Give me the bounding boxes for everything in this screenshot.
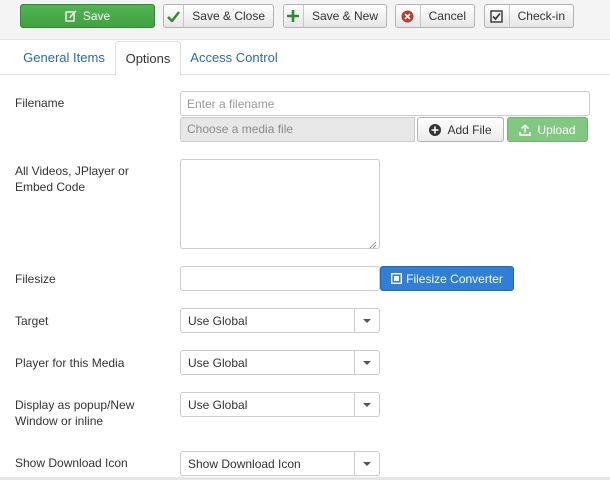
- media-file-field[interactable]: Choose a media file: [180, 117, 415, 142]
- cancel-button[interactable]: Cancel: [395, 4, 475, 28]
- checkin-button[interactable]: Check-in: [484, 4, 574, 28]
- embed-code-textarea[interactable]: [180, 159, 380, 249]
- save-label: Save: [82, 9, 111, 23]
- cancel-label: Cancel: [428, 9, 466, 23]
- download-icon-value: Show Download Icon: [188, 456, 301, 471]
- check-icon: [164, 5, 185, 27]
- videos-label: All Videos, JPlayer or Embed Code: [15, 164, 129, 194]
- target-value: Use Global: [188, 313, 248, 328]
- filesize-converter-label: Filesize Converter: [406, 271, 503, 286]
- tab-access-control[interactable]: Access Control: [183, 41, 285, 75]
- chevron-down-icon: [354, 393, 379, 416]
- chevron-down-icon: [354, 452, 379, 475]
- plus-circle-icon: [429, 123, 442, 136]
- filesize-input[interactable]: [180, 266, 380, 291]
- upload-icon: [519, 124, 532, 136]
- filesize-converter-button[interactable]: Filesize Converter: [380, 266, 514, 291]
- tab-bar: General Items Options Access Control: [0, 41, 610, 76]
- display-select[interactable]: Use Global: [180, 392, 380, 417]
- target-label: Target: [15, 314, 49, 328]
- square-icon: [391, 273, 403, 284]
- chevron-down-icon: [354, 309, 379, 332]
- save-new-button[interactable]: Save & New: [283, 4, 387, 28]
- upload-label: Upload: [537, 122, 576, 137]
- resize-grip-icon[interactable]: [369, 238, 377, 249]
- filename-label: Filename: [15, 96, 65, 110]
- plus-icon: [284, 5, 304, 27]
- checkin-label: Check-in: [517, 9, 565, 23]
- player-label: Player for this Media: [15, 356, 125, 370]
- filename-input[interactable]: [180, 91, 590, 116]
- cancel-circle-icon: [396, 5, 421, 27]
- download-icon-select[interactable]: Show Download Icon: [180, 451, 380, 476]
- save-close-label: Save & Close: [192, 9, 265, 23]
- save-button[interactable]: Save: [20, 4, 155, 28]
- chevron-down-icon: [354, 351, 379, 374]
- filesize-label: Filesize: [15, 272, 56, 286]
- save-close-button[interactable]: Save & Close: [163, 4, 274, 28]
- upload-button[interactable]: Upload: [507, 117, 588, 142]
- add-file-button[interactable]: Add File: [417, 117, 504, 142]
- player-value: Use Global: [188, 355, 248, 370]
- download-icon-label: Show Download Icon: [15, 456, 128, 470]
- display-label: Display as popup/New Window or inline: [15, 398, 135, 428]
- player-select[interactable]: Use Global: [180, 350, 380, 375]
- tab-options[interactable]: Options: [115, 41, 181, 76]
- checkbox-icon: [485, 5, 510, 27]
- add-file-label: Add File: [447, 122, 492, 137]
- save-new-label: Save & New: [311, 9, 378, 23]
- toolbar: Save Save & Close Save & New Cancel Chec…: [0, 0, 610, 40]
- display-value: Use Global: [188, 397, 248, 412]
- target-select[interactable]: Use Global: [180, 308, 380, 333]
- edit-icon: [65, 10, 77, 22]
- tab-general-items[interactable]: General Items: [15, 41, 113, 75]
